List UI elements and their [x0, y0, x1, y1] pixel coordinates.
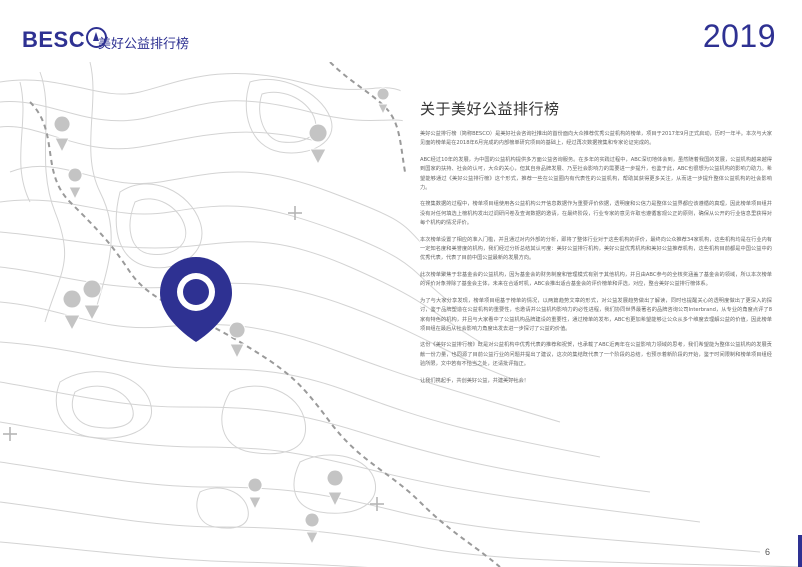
plus-markers	[3, 206, 384, 511]
page-title: 关于美好公益排行榜	[420, 100, 560, 118]
paragraph-8: 让我们携起手，共创美好公益，共建美好社会！	[420, 377, 529, 384]
header-bar: BESC 美好公益排行榜 2019	[0, 0, 802, 62]
brand-subtitle: 美好公益排行榜	[98, 37, 190, 52]
map-pin-icon	[160, 257, 232, 342]
paragraph-1: 美好公益排行榜（简称BESCO）是美好社会咨询社推出的首份面向大众推荐优秀公益机…	[420, 131, 772, 147]
paragraph-2: ABC经过10年的发展，为中国的公益机构提供多方面公益咨询服务。在多年的实践过程…	[420, 156, 772, 192]
paragraph-6: 为了与大家分享发现，榜单项目组基于榜单的情况，以两篇趋势文章的形式，对公益发展趋…	[420, 297, 772, 332]
paragraph-7: 这份《美好公益排行榜》既是对公益机构中优秀代表的推荐和祝贺，也承载了ABC近两年…	[420, 342, 772, 368]
page-number: 6	[764, 547, 770, 557]
logo-text: BESC	[22, 27, 86, 52]
main-content: 关于美好公益排行榜 美好公益排行榜（简称BESCO）是美好社会咨询社推出的首份面…	[420, 98, 772, 393]
besco-logo: BESC	[22, 26, 108, 53]
paragraph-3: 在搜集数据的过程中，榜单项目组使用各公益机构公开信息数据作为重要评价依据，透明度…	[420, 201, 772, 227]
report-year: 2019	[702, 18, 776, 54]
paragraph-5: 此次榜单聚焦于非基金会的公益机构，因为基金会的财务制度和管理模式有别于其他机构，…	[420, 271, 772, 288]
paragraph-4: 本次榜单设置了相应的准入门槛，并且通过对内外部的分析，即将了整体行业对于这些机构…	[420, 236, 772, 262]
edge-accent	[798, 535, 802, 567]
